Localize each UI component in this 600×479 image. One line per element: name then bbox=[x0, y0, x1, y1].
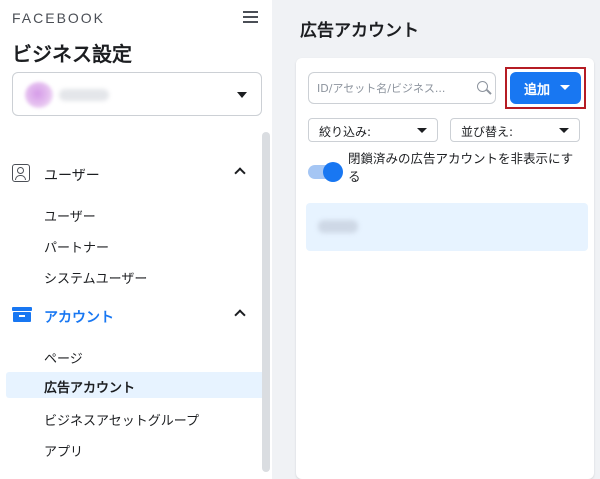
sidebar-item-business-asset-groups[interactable]: ビジネスアセットグループ bbox=[0, 405, 262, 431]
user-box-icon bbox=[12, 164, 30, 182]
caret-down-icon bbox=[560, 85, 570, 90]
sidebar-item-label: パートナー bbox=[44, 241, 110, 256]
sidebar-item-system-users[interactable]: システムユーザー bbox=[0, 263, 262, 289]
sidebar-item-apps[interactable]: アプリ bbox=[0, 436, 262, 462]
caret-down-icon bbox=[417, 128, 427, 133]
add-button[interactable]: 追加 bbox=[510, 72, 581, 104]
caret-down-icon bbox=[559, 128, 569, 133]
search-input[interactable] bbox=[317, 78, 467, 98]
filter-dropdown[interactable]: 絞り込み: bbox=[308, 118, 438, 142]
sidebar-item-partners[interactable]: パートナー bbox=[0, 232, 262, 258]
ad-accounts-title: 広告アカウント bbox=[300, 21, 419, 41]
section-users-label: ユーザー bbox=[44, 168, 100, 184]
add-button-label: 追加 bbox=[524, 83, 551, 98]
hide-closed-accounts-toggle[interactable] bbox=[308, 162, 343, 182]
sidebar-item-ad-accounts[interactable]: 広告アカウント bbox=[6, 372, 265, 398]
sidebar-item-label: システムユーザー bbox=[44, 272, 148, 287]
caret-down-icon bbox=[237, 92, 247, 98]
hamburger-menu-icon[interactable] bbox=[240, 6, 262, 28]
sidebar-scrollbar[interactable] bbox=[262, 132, 270, 472]
section-accounts-label: アカウント bbox=[44, 310, 114, 326]
search-icon[interactable] bbox=[477, 81, 492, 95]
section-accounts[interactable]: アカウント bbox=[0, 302, 262, 330]
page-title: ビジネス設定 bbox=[12, 42, 132, 66]
sidebar-item-label: ビジネスアセットグループ bbox=[44, 414, 199, 429]
facebook-brand: FACEBOOK bbox=[12, 10, 106, 26]
filter-label: 絞り込み: bbox=[319, 125, 372, 139]
chevron-up-icon[interactable] bbox=[234, 167, 246, 179]
sort-dropdown[interactable]: 並び替え: bbox=[450, 118, 580, 142]
sort-label: 並び替え: bbox=[461, 125, 514, 139]
sidebar-item-users[interactable]: ユーザー bbox=[0, 201, 262, 227]
account-name-redacted bbox=[318, 220, 358, 233]
ad-accounts-card: 追加 絞り込み: 並び替え: 閉鎖済みの広告アカウントを非表示にする bbox=[296, 58, 594, 479]
list-item[interactable] bbox=[306, 203, 588, 251]
sidebar-item-label: ユーザー bbox=[44, 210, 96, 225]
briefcase-icon bbox=[12, 307, 32, 322]
hide-closed-accounts-label: 閉鎖済みの広告アカウントを非表示にする bbox=[348, 151, 574, 184]
business-name-redacted bbox=[59, 89, 109, 101]
main-panel: 広告アカウント 追加 絞り込み: 並び替え: 閉鎖済みの広告アカウントを非表示に… bbox=[272, 0, 600, 479]
sidebar-item-label: ページ bbox=[44, 352, 83, 367]
search-box[interactable] bbox=[308, 72, 496, 104]
chevron-up-icon[interactable] bbox=[234, 309, 246, 321]
business-account-selector[interactable] bbox=[12, 72, 262, 116]
section-users[interactable]: ユーザー bbox=[0, 160, 262, 188]
business-avatar bbox=[25, 82, 53, 108]
sidebar: FACEBOOK ビジネス設定 ユーザー ユーザー パートナー システムユーザー… bbox=[0, 0, 272, 479]
sidebar-item-pages[interactable]: ページ bbox=[0, 343, 262, 369]
sidebar-item-label: アプリ bbox=[44, 445, 84, 460]
sidebar-item-label: 広告アカウント bbox=[44, 381, 136, 396]
